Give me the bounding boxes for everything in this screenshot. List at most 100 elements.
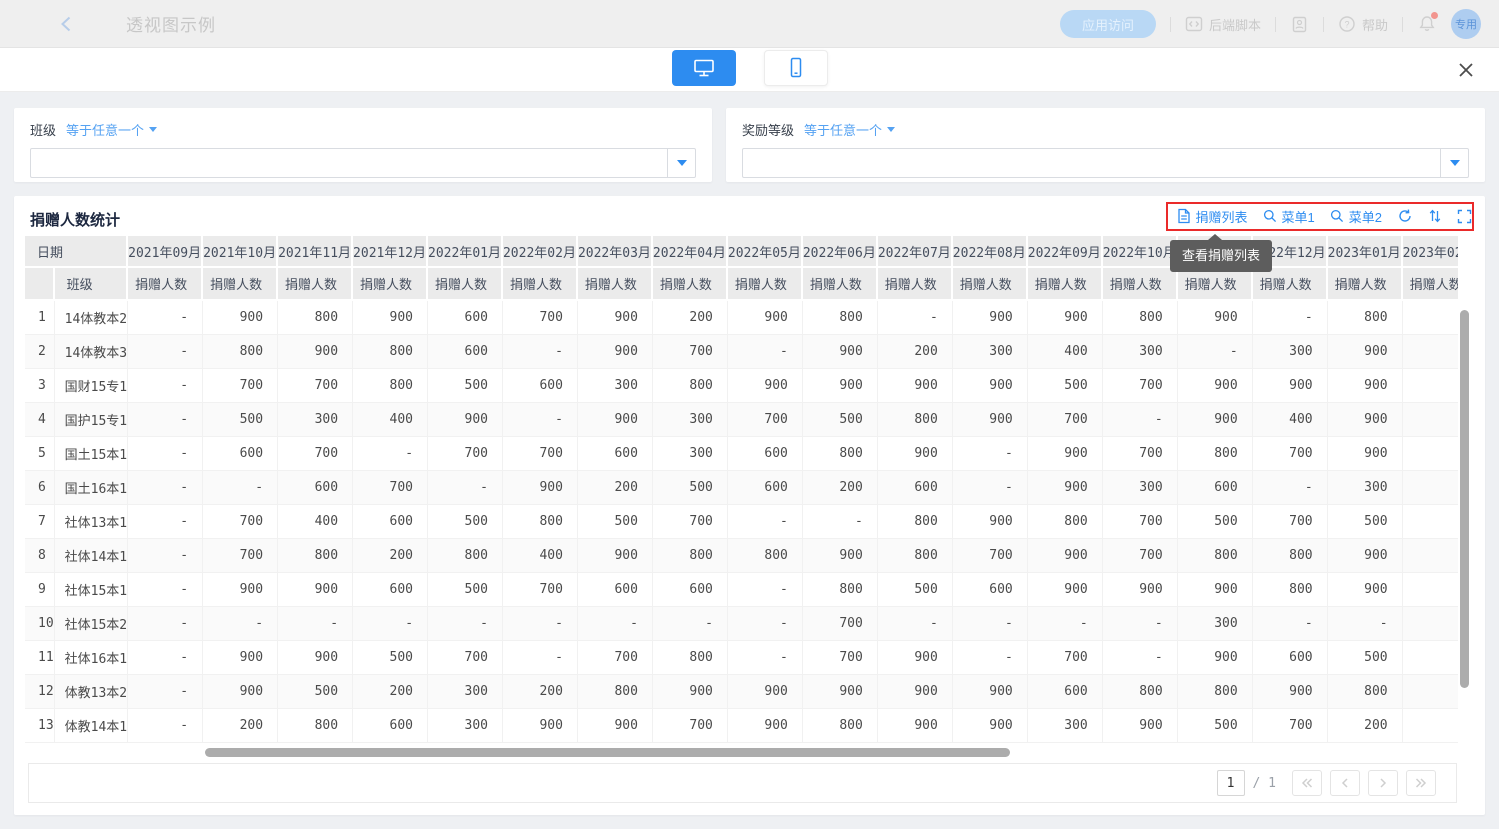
chevron-right-icon xyxy=(1378,777,1388,789)
value-cell: 800 xyxy=(878,505,953,539)
select-arrow-zone[interactable] xyxy=(667,149,695,177)
measure-header: 捐赠人数 xyxy=(278,268,353,301)
filter-condition-dropdown[interactable]: 等于任意一个 xyxy=(66,120,157,139)
value-cell: 900 xyxy=(1328,437,1403,471)
value-cell: 800 xyxy=(728,539,803,573)
chevron-down-icon xyxy=(1450,160,1460,166)
menu1-button[interactable]: 菜单1 xyxy=(1263,207,1315,226)
value-cell xyxy=(1403,573,1458,607)
first-page-button[interactable] xyxy=(1292,770,1322,796)
value-cell: 600 xyxy=(428,301,503,335)
value-cell: 900 xyxy=(578,335,653,369)
avatar[interactable]: 专用 xyxy=(1451,9,1481,39)
row-number-cell: 7 xyxy=(25,505,55,539)
value-cell: 900 xyxy=(578,709,653,743)
month-header: 2022年06月 xyxy=(803,236,878,268)
month-header: 2022年09月 xyxy=(1028,236,1103,268)
sort-icon xyxy=(1428,208,1442,224)
app-access-button[interactable]: 应用访问 xyxy=(1060,10,1156,38)
table-row: 214体教本3-800900800600-900700-900200300400… xyxy=(25,335,1458,369)
row-number-cell: 4 xyxy=(25,403,55,437)
value-cell: 500 xyxy=(1178,709,1253,743)
value-cell: 800 xyxy=(278,709,353,743)
measure-header: 捐赠人数 xyxy=(428,268,503,301)
measure-header: 捐赠人数 xyxy=(1253,268,1328,301)
month-header: 2021年10月 xyxy=(203,236,278,268)
class-name-cell: 国护15专1 xyxy=(55,403,128,437)
pivot-panel: 捐赠人数统计 捐赠列表 菜单1 xyxy=(14,196,1485,815)
horizontal-scrollbar[interactable] xyxy=(205,748,1010,757)
close-preview-button[interactable] xyxy=(1455,59,1477,81)
value-cell: 200 xyxy=(353,539,428,573)
double-chevron-right-icon xyxy=(1414,777,1428,789)
value-cell: 300 xyxy=(428,675,503,709)
class-name-cell: 国土16本1 xyxy=(55,471,128,505)
value-cell: 300 xyxy=(953,335,1028,369)
fullscreen-button[interactable] xyxy=(1457,209,1472,224)
value-cell: 700 xyxy=(1103,369,1178,403)
value-cell: 900 xyxy=(1253,675,1328,709)
value-cell: 600 xyxy=(653,573,728,607)
value-cell: 800 xyxy=(1178,437,1253,471)
filter-condition-label: 等于任意一个 xyxy=(804,120,882,139)
value-cell: - xyxy=(1028,607,1103,641)
help-icon: ? xyxy=(1338,15,1356,33)
notifications-button[interactable] xyxy=(1417,14,1437,34)
value-cell: 700 xyxy=(728,403,803,437)
refresh-button[interactable] xyxy=(1397,208,1413,224)
value-cell: 200 xyxy=(203,709,278,743)
page-number-input[interactable] xyxy=(1217,770,1245,796)
filter-condition-label: 等于任意一个 xyxy=(66,120,144,139)
table-row: 13体教14本1-2008006003009009007009008009009… xyxy=(25,709,1458,743)
mobile-view-button[interactable] xyxy=(764,50,828,86)
help-button[interactable]: ? 帮助 xyxy=(1338,15,1388,34)
value-cell: - xyxy=(1253,471,1328,505)
class-name-cell: 社体16本1 xyxy=(55,641,128,675)
table-row: 114体教本2-900800900600700900200900800-9009… xyxy=(25,301,1458,335)
class-select-input[interactable] xyxy=(30,148,696,178)
value-cell: 500 xyxy=(1328,505,1403,539)
desktop-view-button[interactable] xyxy=(672,50,736,86)
month-header: 2022年03月 xyxy=(578,236,653,268)
backend-script-button[interactable]: 后端脚本 xyxy=(1185,15,1261,34)
divider xyxy=(1323,17,1324,32)
donation-list-button[interactable]: 捐赠列表 xyxy=(1177,207,1248,226)
measure-header: 捐赠人数 xyxy=(653,268,728,301)
sort-button[interactable] xyxy=(1428,208,1442,224)
value-cell: 900 xyxy=(803,539,878,573)
pivot-table: 日期2021年09月2021年10月2021年11月2021年12月2022年0… xyxy=(25,236,1458,743)
value-cell: 500 xyxy=(353,641,428,675)
value-cell: 900 xyxy=(1028,539,1103,573)
value-cell xyxy=(1403,675,1458,709)
measure-header: 捐赠人数 xyxy=(953,268,1028,301)
user-card-button[interactable] xyxy=(1290,15,1309,34)
menu2-button[interactable]: 菜单2 xyxy=(1330,207,1382,226)
class-header: 班级 xyxy=(55,268,128,301)
value-cell: 600 xyxy=(728,437,803,471)
next-page-button[interactable] xyxy=(1368,770,1398,796)
vertical-scrollbar[interactable] xyxy=(1460,310,1469,688)
filter-head: 班级 等于任意一个 xyxy=(30,120,157,139)
select-arrow-zone[interactable] xyxy=(1440,149,1468,177)
table-row: 8社体14本1-70080020080040090080080090080070… xyxy=(25,539,1458,573)
reward-level-select-input[interactable] xyxy=(742,148,1469,178)
prev-page-button[interactable] xyxy=(1330,770,1360,796)
value-cell: - xyxy=(1328,607,1403,641)
value-cell: - xyxy=(278,607,353,641)
value-cell: - xyxy=(728,573,803,607)
last-page-button[interactable] xyxy=(1406,770,1436,796)
value-cell: 800 xyxy=(1178,675,1253,709)
table-row: 5国土15本1-600700-700700600300600800900-900… xyxy=(25,437,1458,471)
value-cell xyxy=(1403,437,1458,471)
panel-toolbar: 捐赠列表 菜单1 菜单2 xyxy=(1177,204,1472,228)
value-cell: 800 xyxy=(353,335,428,369)
double-chevron-left-icon xyxy=(1300,777,1314,789)
value-cell: 600 xyxy=(878,471,953,505)
value-cell: 600 xyxy=(353,709,428,743)
value-cell: 900 xyxy=(578,539,653,573)
value-cell: 900 xyxy=(1178,301,1253,335)
back-button[interactable] xyxy=(58,15,76,33)
chevron-down-icon xyxy=(887,127,895,132)
notification-dot xyxy=(1431,12,1438,19)
filter-condition-dropdown[interactable]: 等于任意一个 xyxy=(804,120,895,139)
